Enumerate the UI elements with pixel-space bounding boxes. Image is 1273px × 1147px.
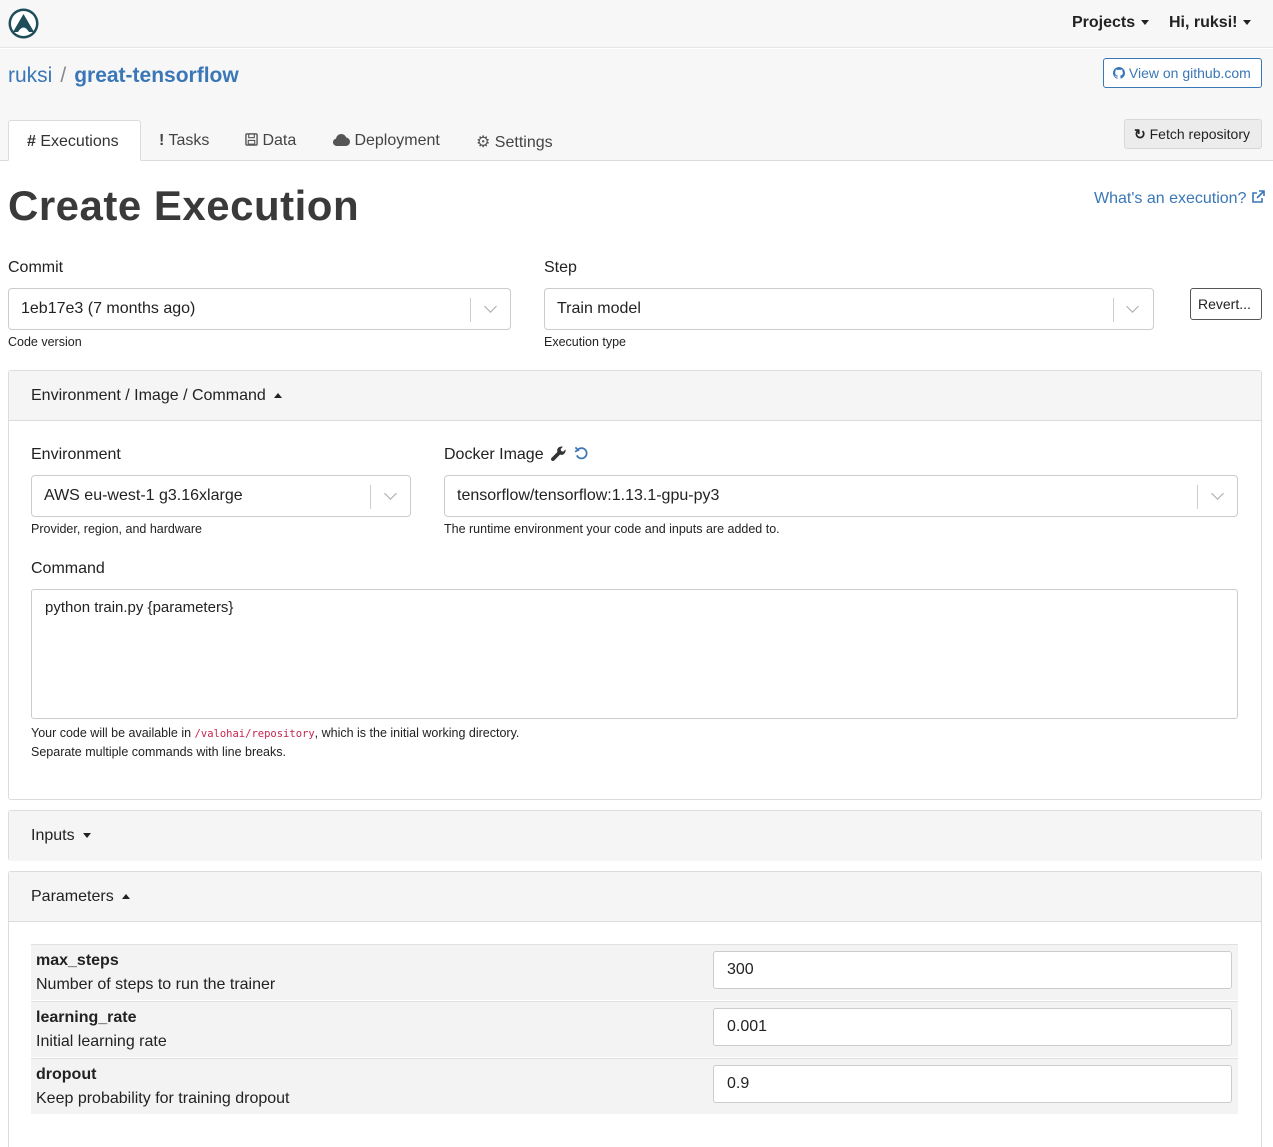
exclamation-icon: ! (159, 132, 165, 149)
parameters-panel-header[interactable]: Parameters (9, 872, 1261, 922)
save-icon (245, 133, 258, 146)
tab-data[interactable]: Data (227, 120, 314, 161)
parameter-description: Keep probability for training dropout (36, 1090, 290, 1107)
user-menu-label: Hi, ruksi! (1169, 14, 1238, 31)
fetch-repository-label: Fetch repository (1149, 126, 1250, 142)
chevron-down-icon (1211, 487, 1224, 500)
wrench-icon[interactable] (551, 446, 566, 461)
command-help: Your code will be available in /valohai/… (31, 724, 519, 761)
command-help-prefix: Your code will be available in (31, 726, 195, 740)
caret-up-icon (273, 393, 282, 399)
external-link-icon (1252, 190, 1265, 203)
commit-label: Commit (8, 259, 64, 276)
caret-down-icon (1243, 20, 1252, 26)
step-select[interactable]: Train model (544, 288, 1154, 330)
environment-select-value: AWS eu-west-1 g3.16xlarge (44, 487, 243, 504)
tab-settings[interactable]: ⚙ Settings (458, 120, 571, 161)
step-help: Execution type (544, 335, 626, 349)
learning-rate-input[interactable]: 0.001 (713, 1008, 1232, 1046)
breadcrumb-separator: / (60, 64, 67, 87)
tab-data-label: Data (262, 132, 297, 149)
tab-executions[interactable]: # Executions (8, 120, 141, 161)
docker-image-select[interactable]: tensorflow/tensorflow:1.13.1-gpu-py3 (444, 475, 1238, 517)
environment-panel-title: Environment / Image / Command (31, 387, 266, 404)
github-icon (1113, 67, 1125, 79)
projects-menu[interactable]: Projects (1072, 14, 1150, 32)
parameter-description: Initial learning rate (36, 1033, 167, 1050)
parameters-panel-title: Parameters (31, 888, 114, 905)
whats-an-execution-label: What's an execution? (1094, 190, 1247, 207)
cloud-icon (333, 134, 350, 146)
parameter-description: Number of steps to run the trainer (36, 976, 276, 993)
caret-up-icon (121, 894, 130, 900)
fetch-repository-button[interactable]: ↻ Fetch repository (1124, 119, 1262, 149)
command-help-suffix: , which is the initial working directory… (314, 726, 520, 740)
command-textarea[interactable]: python train.py {parameters} (31, 589, 1238, 719)
tab-deployment[interactable]: Deployment (315, 120, 458, 161)
parameter-row-learning-rate: learning_rate Initial learning rate 0.00… (31, 1001, 1238, 1057)
select-separator (1113, 298, 1114, 322)
environment-select[interactable]: AWS eu-west-1 g3.16xlarge (31, 475, 411, 517)
command-textarea-value: python train.py {parameters} (45, 599, 234, 616)
max-steps-input[interactable]: 300 (713, 951, 1232, 989)
breadcrumb-repo-link[interactable]: great-tensorflow (74, 64, 239, 87)
breadcrumb-owner-link[interactable]: ruksi (8, 64, 52, 87)
tab-deployment-label: Deployment (354, 132, 440, 149)
dropout-input[interactable]: 0.9 (713, 1065, 1232, 1103)
parameter-name: max_steps (36, 952, 119, 969)
undo-icon[interactable] (574, 446, 589, 461)
command-help-path: /valohai/repository (194, 728, 315, 740)
view-on-github-label: View on github.com (1128, 65, 1251, 81)
commit-select[interactable]: 1eb17e3 (7 months ago) (8, 288, 511, 330)
chevron-down-icon (1126, 300, 1139, 313)
caret-down-icon (82, 833, 91, 839)
parameter-name: dropout (36, 1066, 97, 1083)
projects-menu-label: Projects (1072, 14, 1136, 31)
hash-icon: # (27, 133, 36, 150)
command-label: Command (31, 560, 105, 577)
select-separator (370, 485, 371, 509)
tab-tasks[interactable]: ! Tasks (141, 120, 227, 161)
environment-label: Environment (31, 446, 121, 463)
step-label: Step (544, 259, 577, 276)
valohai-logo-icon[interactable] (8, 8, 39, 39)
gear-icon: ⚙ (476, 134, 491, 151)
tab-tasks-label: Tasks (168, 132, 210, 149)
docker-image-label-text: Docker Image (444, 446, 544, 463)
revert-button[interactable]: Revert... (1190, 288, 1262, 320)
tab-settings-label: Settings (494, 134, 553, 151)
commit-help: Code version (8, 335, 82, 349)
docker-image-help: The runtime environment your code and in… (444, 522, 780, 536)
docker-image-label: Docker Image (444, 446, 589, 464)
page-title: Create Execution (8, 182, 360, 229)
parameter-row-max-steps: max_steps Number of steps to run the tra… (31, 944, 1238, 1000)
caret-down-icon (1141, 20, 1150, 26)
chevron-down-icon (484, 300, 497, 313)
select-separator (470, 298, 471, 322)
breadcrumb: ruksi / great-tensorflow (8, 64, 239, 88)
parameter-row-dropout: dropout Keep probability for training dr… (31, 1058, 1238, 1114)
commit-select-value: 1eb17e3 (7 months ago) (21, 300, 196, 317)
whats-an-execution-link[interactable]: What's an execution? (1094, 190, 1265, 208)
select-separator (1197, 485, 1198, 509)
environment-panel-header[interactable]: Environment / Image / Command (9, 371, 1261, 421)
inputs-panel-header[interactable]: Inputs (9, 811, 1261, 861)
environment-help: Provider, region, and hardware (31, 522, 202, 536)
command-help-line2: Separate multiple commands with line bre… (31, 745, 286, 759)
inputs-panel: Inputs (8, 810, 1262, 861)
refresh-icon: ↻ (1134, 126, 1146, 142)
parameter-name: learning_rate (36, 1009, 137, 1026)
chevron-down-icon (384, 487, 397, 500)
step-select-value: Train model (557, 300, 641, 317)
docker-image-select-value: tensorflow/tensorflow:1.13.1-gpu-py3 (457, 487, 720, 504)
inputs-panel-title: Inputs (31, 827, 75, 844)
view-on-github-button[interactable]: View on github.com (1103, 58, 1262, 88)
tab-executions-label: Executions (40, 133, 119, 150)
user-menu[interactable]: Hi, ruksi! (1169, 14, 1252, 32)
